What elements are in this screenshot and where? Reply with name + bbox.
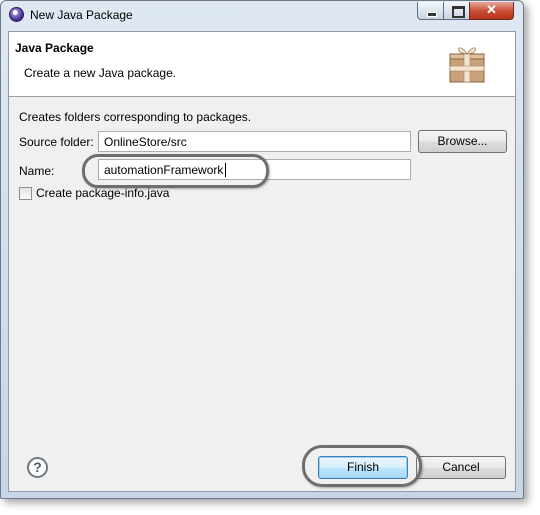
wizard-page-message: Create a new Java package.	[24, 66, 177, 80]
cancel-button[interactable]: Cancel	[416, 456, 506, 479]
help-icon[interactable]: ?	[27, 457, 48, 478]
create-package-info-label: Create package-info.java	[36, 186, 170, 200]
eclipse-icon	[9, 7, 24, 22]
package-icon	[449, 47, 485, 83]
window-title: New Java Package	[30, 8, 133, 22]
name-field-highlight	[82, 154, 269, 188]
finish-button-highlight	[302, 445, 422, 487]
wizard-banner: Java Package Create a new Java package.	[9, 32, 515, 97]
wizard-description: Creates folders corresponding to package…	[19, 110, 252, 124]
create-package-info-checkbox[interactable]	[19, 187, 32, 200]
source-folder-label: Source folder:	[19, 135, 94, 149]
name-label: Name:	[19, 164, 55, 178]
title-bar[interactable]: New Java Package ✕	[1, 1, 523, 29]
source-folder-input[interactable]	[98, 131, 411, 152]
dialog-window: New Java Package ✕ Java Package Create a…	[0, 0, 524, 499]
dialog-client-area: Java Package Create a new Java package. …	[8, 31, 516, 492]
maximize-button[interactable]	[443, 2, 470, 20]
wizard-page-title: Java Package	[15, 41, 94, 55]
close-icon: ✕	[486, 2, 497, 17]
minimize-button[interactable]	[417, 2, 444, 20]
close-button[interactable]: ✕	[469, 2, 514, 20]
browse-button[interactable]: Browse...	[418, 130, 507, 153]
